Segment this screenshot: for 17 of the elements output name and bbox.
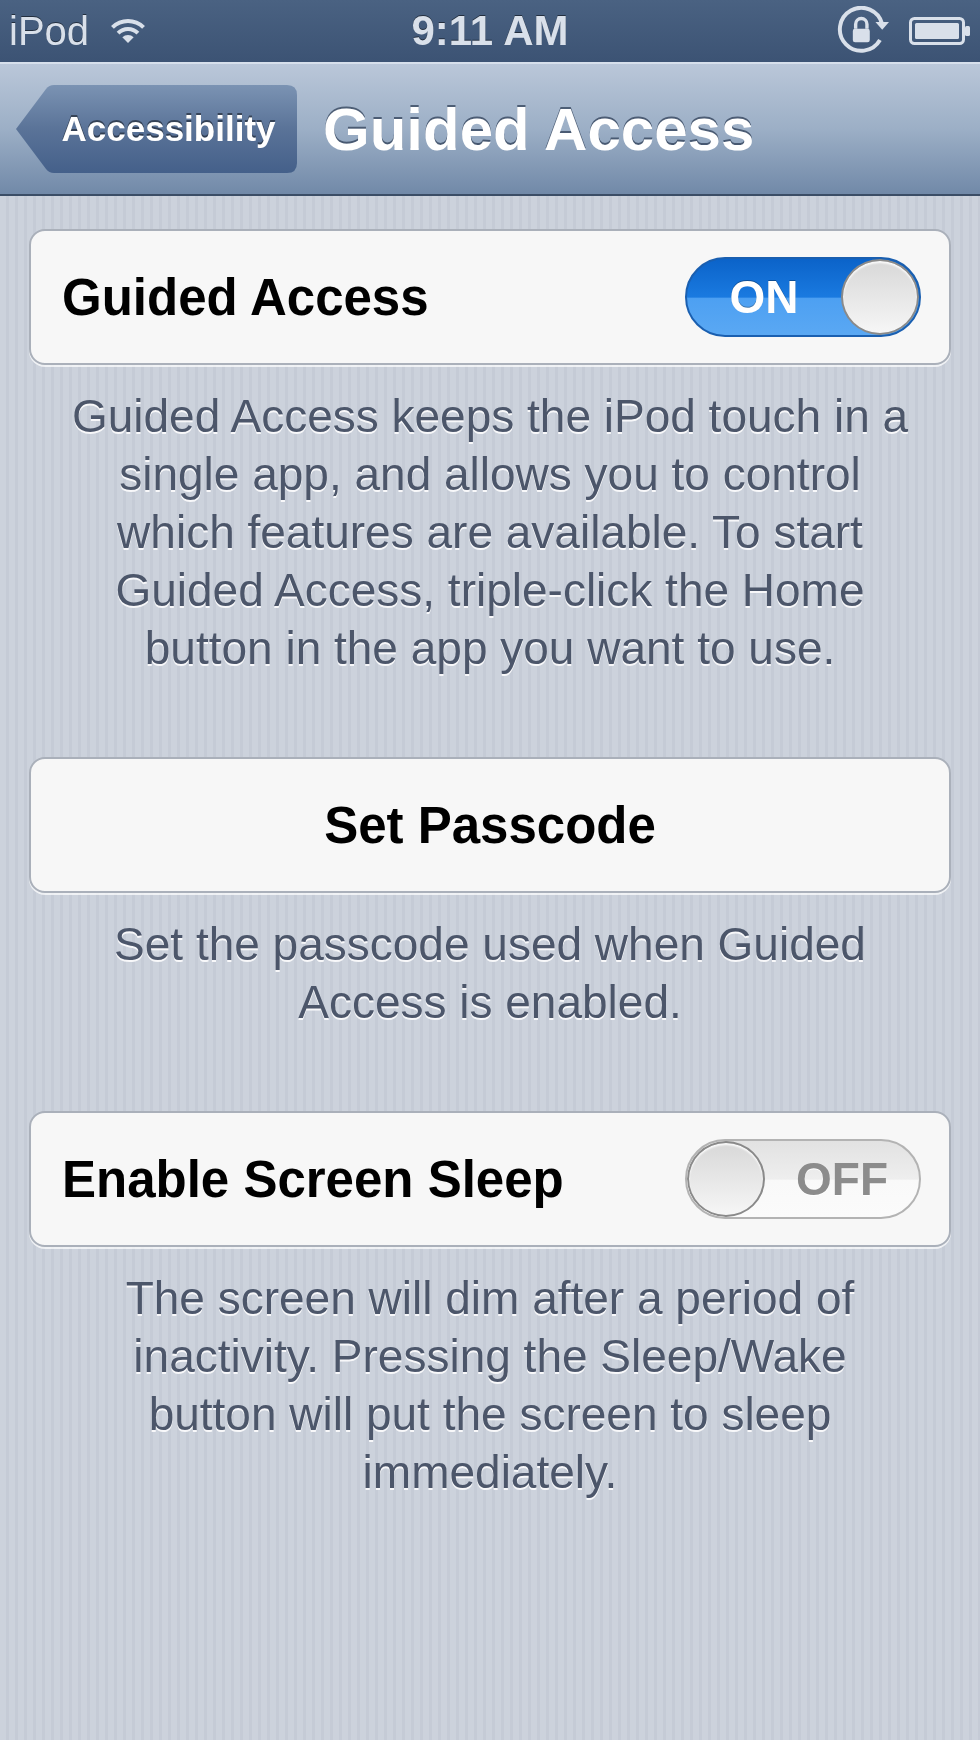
switch-thumb[interactable] — [841, 259, 919, 335]
wifi-icon — [111, 19, 146, 43]
set-passcode-button[interactable]: Set Passcode — [29, 757, 951, 893]
status-time: 9:11 AM — [411, 7, 569, 55]
switch-thumb[interactable] — [687, 1141, 765, 1217]
section-footer-text: Set the passcode used when Guided Access is enabled. — [113, 917, 867, 1030]
rotation-lock-icon — [837, 6, 889, 56]
section-footer-text: The screen will dim after a period of inactivity. Pressing the Sleep/Wake button will put the screen to sleep immediately. — [124, 1271, 856, 1500]
toggle-switch[interactable]: OFF — [685, 1139, 921, 1219]
back-button[interactable]: Accessibility — [16, 85, 297, 173]
carrier-name: iPod — [9, 8, 90, 54]
section-footer-text: Guided Access keeps the iPod touch in a single app, and allows you to control which features are available. To start Guided Access, triple-click the Home button in the app you want to use. — [70, 389, 910, 676]
cell-label: Guided Access — [62, 267, 429, 327]
toggle-switch[interactable]: ON — [685, 257, 921, 337]
cell-label: Enable Screen Sleep — [62, 1149, 564, 1209]
nav-title: Guided Access — [323, 94, 755, 164]
battery-icon — [909, 17, 971, 45]
